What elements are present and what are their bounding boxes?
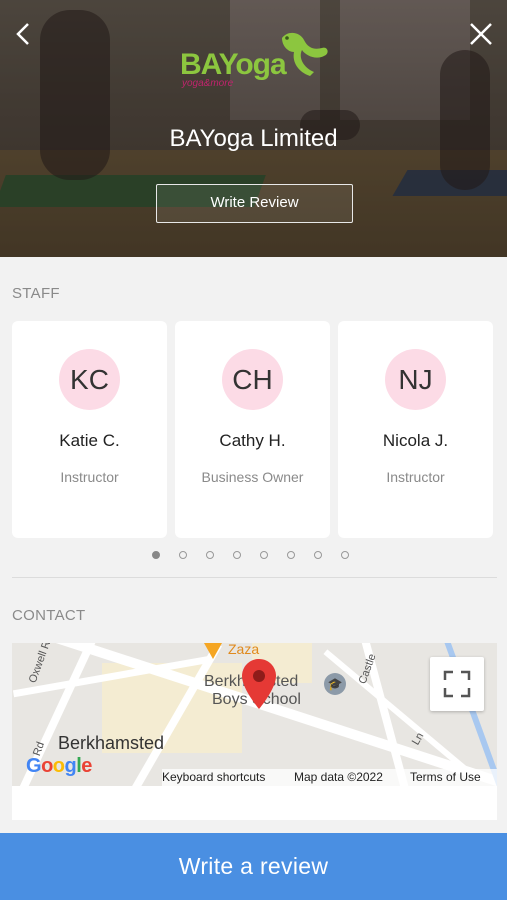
pagination-dot[interactable] [152, 551, 160, 559]
chevron-left-icon [16, 23, 29, 45]
map-label-town: Berkhamsted [58, 733, 165, 753]
business-name: BAYoga Limited [169, 125, 338, 152]
staff-carousel[interactable]: KC Katie C. Instructor CH Cathy H. Busin… [12, 321, 507, 538]
location-map[interactable]: Zaza Oxwell Rd Rd Castle Ln Berkhamsted … [12, 643, 497, 786]
map-street-label: Oxwell Rd [26, 643, 56, 685]
back-button[interactable] [8, 18, 40, 50]
staff-role: Instructor [386, 469, 445, 485]
staff-section-title: STAFF [12, 285, 60, 302]
staff-card[interactable]: KC Katie C. Instructor [12, 321, 167, 538]
staff-name: Cathy H. [219, 431, 286, 450]
write-review-button[interactable]: Write Review [156, 184, 353, 223]
avatar: KC [59, 349, 120, 410]
keyboard-shortcuts-link[interactable]: Keyboard shortcuts [162, 770, 265, 784]
fullscreen-icon [443, 670, 471, 698]
business-logo: BAYoga yoga&more [176, 28, 336, 90]
close-button[interactable] [465, 18, 497, 50]
contact-section-title: CONTACT [12, 607, 86, 624]
map-data-text: Map data ©2022 [294, 770, 383, 784]
terms-of-use-link[interactable]: Terms of Use [410, 770, 481, 784]
avatar: CH [222, 349, 283, 410]
school-icon: 🎓 [324, 673, 346, 695]
pagination-dot[interactable] [287, 551, 295, 559]
google-logo: Google [26, 755, 92, 777]
divider [12, 577, 497, 578]
staff-name: Nicola J. [382, 431, 449, 450]
pagination-dot[interactable] [341, 551, 349, 559]
close-icon [470, 23, 492, 45]
map-pin-icon [242, 659, 276, 709]
staff-role: Instructor [60, 469, 119, 485]
pagination-dot[interactable] [314, 551, 322, 559]
fullscreen-button[interactable] [430, 657, 484, 711]
contact-card [12, 786, 497, 820]
food-icon [204, 643, 222, 659]
staff-name: Katie C. [59, 431, 120, 450]
map-footer: Keyboard shortcuts Map data ©2022 Terms … [162, 769, 497, 786]
pagination-dot[interactable] [179, 551, 187, 559]
pagination-dot[interactable] [233, 551, 241, 559]
logo-text: BAYoga [180, 48, 287, 81]
hero-banner: BAYoga yoga&more BAYoga Limited Write Re… [0, 0, 507, 257]
staff-role: Business Owner [201, 469, 304, 485]
pagination-dot[interactable] [206, 551, 214, 559]
pagination-dot[interactable] [260, 551, 268, 559]
staff-card[interactable]: NJ Nicola J. Instructor [338, 321, 493, 538]
avatar: NJ [385, 349, 446, 410]
staff-card[interactable]: CH Cathy H. Business Owner [175, 321, 330, 538]
logo-subtext: yoga&more [182, 78, 234, 89]
write-a-review-button[interactable]: Write a review [0, 833, 507, 900]
map-label-zaza: Zaza [228, 643, 260, 657]
